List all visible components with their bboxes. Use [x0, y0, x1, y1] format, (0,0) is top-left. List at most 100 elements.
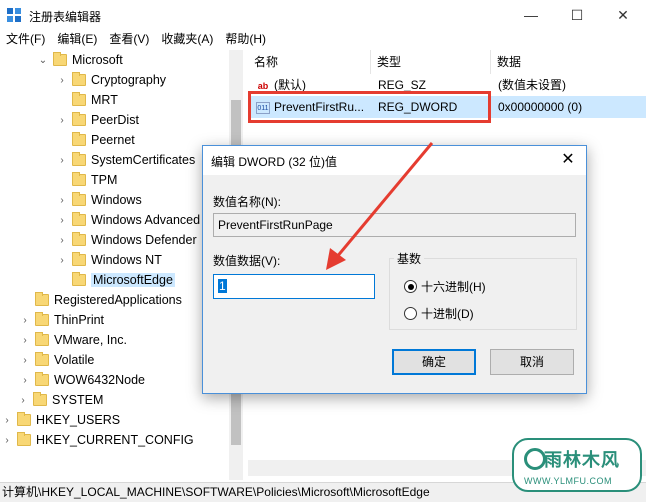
chevron-right-icon[interactable]: ›: [57, 155, 67, 166]
edit-dword-dialog: 编辑 DWORD (32 位)值 ✕ 数值名称(N): PreventFirst…: [202, 145, 587, 394]
menu-view[interactable]: 查看(V): [103, 30, 155, 48]
tree-node-label: SYSTEM: [52, 393, 104, 407]
radio-hex[interactable]: 十六进制(H): [404, 278, 486, 295]
folder-icon: [72, 72, 86, 86]
chevron-right-icon[interactable]: ›: [57, 215, 67, 226]
folder-icon: [72, 252, 86, 266]
watermark-url: WWW.YLMFU.COM: [524, 476, 612, 486]
tree-node-thinprint[interactable]: › ThinPrint: [20, 310, 104, 330]
chevron-right-icon[interactable]: ›: [2, 435, 12, 446]
maximize-icon: ☐: [570, 6, 584, 23]
menu-bar: 文件(F) 编辑(E) 查看(V) 收藏夹(A) 帮助(H): [0, 30, 646, 48]
watermark: 雨林木风 WWW.YLMFU.COM: [512, 438, 642, 492]
registry-editor-icon: [7, 8, 21, 22]
folder-icon: [17, 432, 31, 446]
folder-icon: [33, 392, 47, 406]
chevron-right-icon[interactable]: ›: [57, 75, 67, 86]
dialog-close-button[interactable]: ✕: [556, 149, 580, 171]
folder-icon: [35, 332, 49, 346]
window-title: 注册表编辑器: [29, 10, 102, 24]
folder-icon: [35, 312, 49, 326]
chevron-right-icon[interactable]: ›: [20, 315, 30, 326]
menu-file[interactable]: 文件(F): [0, 30, 51, 48]
radio-dec-label: 十进制(D): [421, 307, 474, 321]
cancel-button[interactable]: 取消: [490, 349, 574, 375]
radio-hex-icon: [404, 280, 417, 293]
tree-node-label: WOW6432Node: [54, 373, 146, 387]
tree-node-registeredapplications[interactable]: RegisteredApplications: [20, 290, 182, 310]
minimize-icon: —: [524, 7, 538, 23]
value-name-field: PreventFirstRunPage: [213, 213, 576, 237]
tree-node-systemcertificates[interactable]: › SystemCertificates: [57, 150, 195, 170]
menu-favorites[interactable]: 收藏夹(A): [155, 30, 219, 48]
folder-icon: [72, 232, 86, 246]
chevron-right-icon[interactable]: ›: [2, 415, 12, 426]
watermark-text: 雨林木风: [544, 450, 620, 470]
ok-button[interactable]: 确定: [392, 349, 476, 375]
chevron-right-icon[interactable]: ›: [18, 395, 28, 406]
folder-icon: [72, 272, 86, 286]
tree-node-microsoft[interactable]: ⌄ Microsoft: [38, 50, 123, 70]
tree-node-label: MicrosoftEdge: [91, 273, 175, 287]
chevron-right-icon[interactable]: ›: [20, 375, 30, 386]
folder-icon: [72, 172, 86, 186]
tree-node-system[interactable]: › SYSTEM: [18, 390, 103, 410]
column-header-name[interactable]: 名称: [248, 50, 371, 74]
menu-help[interactable]: 帮助(H): [219, 30, 272, 48]
tree-node-cryptography[interactable]: › Cryptography: [57, 70, 166, 90]
dialog-title-bar: 编辑 DWORD (32 位)值 ✕: [203, 146, 586, 175]
annotation-highlight-box: [248, 91, 491, 123]
chevron-down-icon[interactable]: ⌄: [38, 55, 48, 66]
tree-node-label: ThinPrint: [54, 313, 105, 327]
tree-node-label: PeerDist: [91, 113, 139, 127]
tree-node-microsoftedge[interactable]: MicrosoftEdge: [57, 270, 175, 290]
chevron-right-icon[interactable]: ›: [57, 115, 67, 126]
minimize-button[interactable]: —: [508, 0, 554, 30]
tree-node-vmware-inc-[interactable]: › VMware, Inc.: [20, 330, 127, 350]
value-data-text: 1: [218, 279, 227, 293]
chevron-right-icon[interactable]: ›: [57, 255, 67, 266]
tree-node-label: Volatile: [54, 353, 95, 367]
tree-node-hkey-current-config[interactable]: › HKEY_CURRENT_CONFIG: [2, 430, 194, 450]
tree-node-windows-nt[interactable]: › Windows NT: [57, 250, 162, 270]
tree-node-tpm[interactable]: TPM: [57, 170, 117, 190]
folder-icon: [35, 292, 49, 306]
folder-icon: [72, 192, 86, 206]
tree-node-mrt[interactable]: MRT: [57, 90, 118, 110]
close-icon: ✕: [617, 6, 629, 23]
tree-node-label: MRT: [91, 93, 118, 107]
tree-node-label: Microsoft: [72, 53, 123, 67]
chevron-right-icon[interactable]: ›: [57, 195, 67, 206]
base-groupbox: 基数 十六进制(H) 十进制(D): [389, 250, 577, 330]
radio-dec[interactable]: 十进制(D): [404, 305, 474, 322]
chevron-right-icon[interactable]: ›: [57, 235, 67, 246]
folder-icon: [53, 52, 67, 66]
tree-node-peernet[interactable]: Peernet: [57, 130, 135, 150]
tree-node-label: Peernet: [91, 133, 135, 147]
tree-node-wow6432node[interactable]: › WOW6432Node: [20, 370, 145, 390]
chevron-right-icon[interactable]: ›: [20, 355, 30, 366]
value-data-input[interactable]: 1: [213, 274, 375, 299]
watermark-logo-icon: [524, 448, 546, 470]
tree-node-windows-defender[interactable]: › Windows Defender: [57, 230, 197, 250]
value-name: (默认): [274, 78, 306, 92]
column-header-type[interactable]: 类型: [371, 50, 491, 74]
menu-edit[interactable]: 编辑(E): [51, 30, 103, 48]
tree-node-windows[interactable]: › Windows: [57, 190, 142, 210]
tree-node-windows-advanced[interactable]: › Windows Advanced: [57, 210, 200, 230]
chevron-right-icon[interactable]: ›: [20, 335, 30, 346]
tree-node-peerdist[interactable]: › PeerDist: [57, 110, 139, 130]
tree-node-label: SystemCertificates: [91, 153, 196, 167]
radio-hex-label: 十六进制(H): [421, 280, 486, 294]
tree-node-label: HKEY_CURRENT_CONFIG: [36, 433, 194, 447]
tree-node-volatile[interactable]: › Volatile: [20, 350, 94, 370]
maximize-button[interactable]: ☐: [554, 0, 600, 30]
folder-icon: [72, 212, 86, 226]
tree-node-label: Windows Defender: [91, 233, 197, 247]
value-name-label: 数值名称(N):: [213, 195, 281, 209]
column-header-data[interactable]: 数据: [491, 50, 646, 74]
tree-node-hkey-users[interactable]: › HKEY_USERS: [2, 410, 120, 430]
tree-node-label: Windows Advanced: [91, 213, 201, 227]
tree-node-label: Cryptography: [91, 73, 167, 87]
close-button[interactable]: ✕: [600, 0, 646, 30]
